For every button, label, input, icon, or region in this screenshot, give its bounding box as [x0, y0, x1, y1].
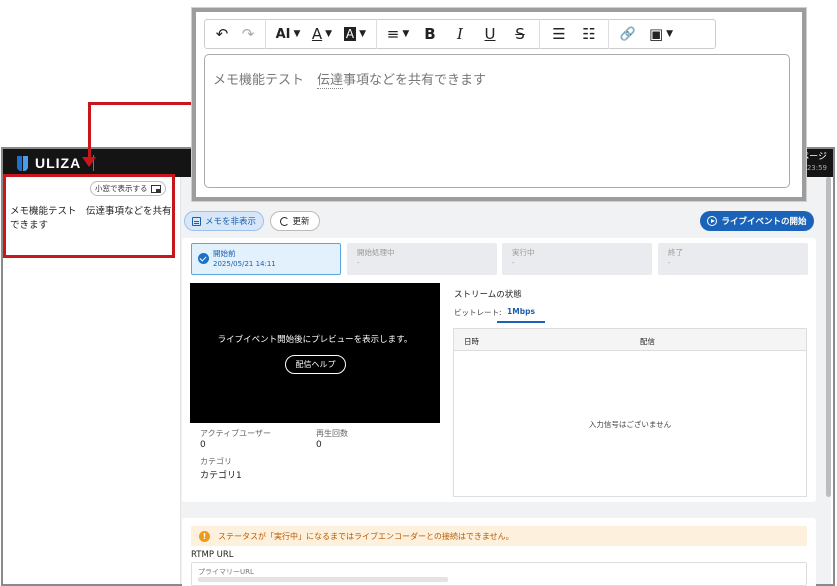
hide-memo-label: メモを非表示 [204, 217, 256, 227]
link-icon: 🔗 [619, 26, 637, 42]
check-icon [198, 253, 209, 264]
toolbar-divider [539, 19, 540, 49]
chevron-down-icon: ▼ [325, 29, 333, 39]
redo-icon[interactable]: ↷ [235, 19, 261, 49]
editor-text-part1: メモ機能テスト [213, 73, 318, 88]
stream-table-header: 日時 配信 [454, 329, 806, 351]
step-value: - [512, 259, 515, 267]
undo-icon[interactable]: ↶ [209, 19, 235, 49]
connector-arrowhead-icon [82, 157, 96, 167]
editor-text-part2: 伝達 [317, 73, 344, 89]
rtmp-url-label: RTMP URL [191, 550, 234, 560]
chevron-down-icon: ▼ [293, 29, 301, 39]
font-size-icon: AI [275, 26, 291, 42]
toolbar-divider [376, 19, 377, 49]
editor-text-part3: 事項などを共有できます [343, 73, 487, 88]
step-label: 開始処理中 [357, 248, 395, 257]
logo-text: ULIZA [35, 155, 82, 171]
bold-button[interactable]: B [415, 19, 445, 49]
step-before-start: 開始前 2025/05/21 14:11 [191, 243, 341, 275]
memo-text: メモ機能テスト 伝達事項などを共有できます [10, 206, 172, 231]
font-size-dropdown[interactable]: AI ▼ [270, 19, 306, 49]
bullet-list-button[interactable]: ☰ [544, 19, 574, 49]
chevron-down-icon: ▼ [666, 29, 674, 39]
hide-memo-button[interactable]: メモを非表示 [184, 211, 264, 231]
toolbar-divider [265, 19, 266, 49]
plays-label: 再生回数 [316, 429, 348, 438]
step-label: 終了 [668, 248, 683, 257]
highlight-icon: A [343, 27, 357, 41]
bitrate-tab-1mbps[interactable]: 1Mbps [497, 304, 545, 323]
primary-url-field[interactable]: プライマリーURL [191, 562, 807, 586]
stream-table-empty: 入力信号はございません [588, 420, 672, 429]
italic-button[interactable]: I [445, 19, 475, 49]
chevron-down-icon: ▼ [359, 29, 367, 39]
bitrate-label: ビットレート: [454, 308, 502, 317]
play-icon [707, 216, 718, 226]
stream-table: 日時 配信 入力信号はございません [453, 328, 807, 497]
link-button[interactable]: 🔗 [613, 19, 643, 49]
step-label: 開始前 [213, 249, 236, 258]
font-color-dropdown[interactable]: A ▼ [306, 19, 338, 49]
memo-editor-zoom: ↶ ↷ AI ▼ A ▼ A ▼ ≡ ▼ B I U S ☰ ☷ 🔗 ▣ ▼ メ… [192, 8, 806, 201]
step-ended: 終了 - [658, 243, 808, 275]
chevron-down-icon: ▼ [402, 29, 410, 39]
col-delivery: 配信 [640, 337, 655, 346]
editor-text: メモ機能テスト 伝達事項などを共有できます [213, 69, 487, 89]
step-running: 実行中 - [502, 243, 652, 275]
strikethrough-button[interactable]: S [505, 19, 535, 49]
picture-in-picture-icon [150, 184, 161, 193]
stream-status-title: ストリームの状態 [454, 290, 522, 300]
memo-icon [191, 216, 201, 226]
connector-line-horizontal [88, 102, 192, 105]
numbered-list-button[interactable]: ☷ [574, 19, 604, 49]
warning-text: ステータスが「実行中」になるまではライブエンコーダーとの接続はできません。 [218, 531, 514, 541]
numbered-list-icon: ☷ [582, 25, 596, 43]
category-label: カテゴリ [200, 457, 232, 466]
refresh-label: 更新 [292, 217, 310, 227]
image-dropdown[interactable]: ▣ ▼ [643, 19, 679, 49]
align-dropdown[interactable]: ≡ ▼ [381, 19, 415, 49]
scrollbar[interactable] [826, 177, 831, 497]
start-live-label: ライブイベントの開始 [721, 217, 807, 227]
refresh-icon [280, 216, 290, 226]
font-color-icon: A [311, 25, 323, 43]
video-preview: ライブイベント開始後にプレビューを表示します。 配信ヘルプ [190, 283, 440, 423]
plays-value: 0 [316, 440, 322, 450]
memo-editor-textarea[interactable]: メモ機能テスト 伝達事項などを共有できます [204, 54, 790, 188]
category-value: カテゴリ1 [200, 471, 242, 481]
refresh-button[interactable]: 更新 [270, 211, 320, 231]
popout-label: 小窓で表示する [95, 184, 148, 193]
preview-message: ライブイベント開始後にプレビューを表示します。 [217, 335, 413, 345]
warning-icon: ! [199, 530, 210, 542]
step-value: - [668, 259, 671, 267]
connector-line-vertical [88, 102, 91, 158]
active-users-value: 0 [200, 440, 206, 450]
warning-banner: ! ステータスが「実行中」になるまではライブエンコーダーとの接続はできません。 [191, 526, 807, 546]
primary-url-label: プライマリーURL [198, 568, 254, 576]
primary-url-value-masked [198, 577, 448, 582]
editor-toolbar: ↶ ↷ AI ▼ A ▼ A ▼ ≡ ▼ B I U S ☰ ☷ 🔗 ▣ ▼ [204, 19, 716, 49]
step-value: 2025/05/21 14:11 [213, 260, 276, 268]
toolbar-divider [608, 19, 609, 49]
align-left-icon: ≡ [386, 25, 400, 43]
popout-button[interactable]: 小窓で表示する [90, 181, 166, 196]
col-datetime: 日時 [464, 337, 479, 346]
step-label: 実行中 [512, 248, 535, 257]
start-live-button[interactable]: ライブイベントの開始 [700, 211, 814, 231]
memo-highlight-box: 小窓で表示する メモ機能テスト 伝達事項などを共有できます [3, 174, 175, 258]
delivery-help-button[interactable]: 配信ヘルプ [285, 355, 346, 374]
highlight-dropdown[interactable]: A ▼ [338, 19, 372, 49]
bullet-list-icon: ☰ [552, 25, 566, 43]
image-icon: ▣ [648, 25, 664, 43]
active-users-label: アクティブユーザー [200, 429, 271, 438]
step-value: - [357, 259, 360, 267]
logo-mark-icon [17, 155, 29, 171]
underline-button[interactable]: U [475, 19, 505, 49]
step-starting: 開始処理中 - [347, 243, 497, 275]
